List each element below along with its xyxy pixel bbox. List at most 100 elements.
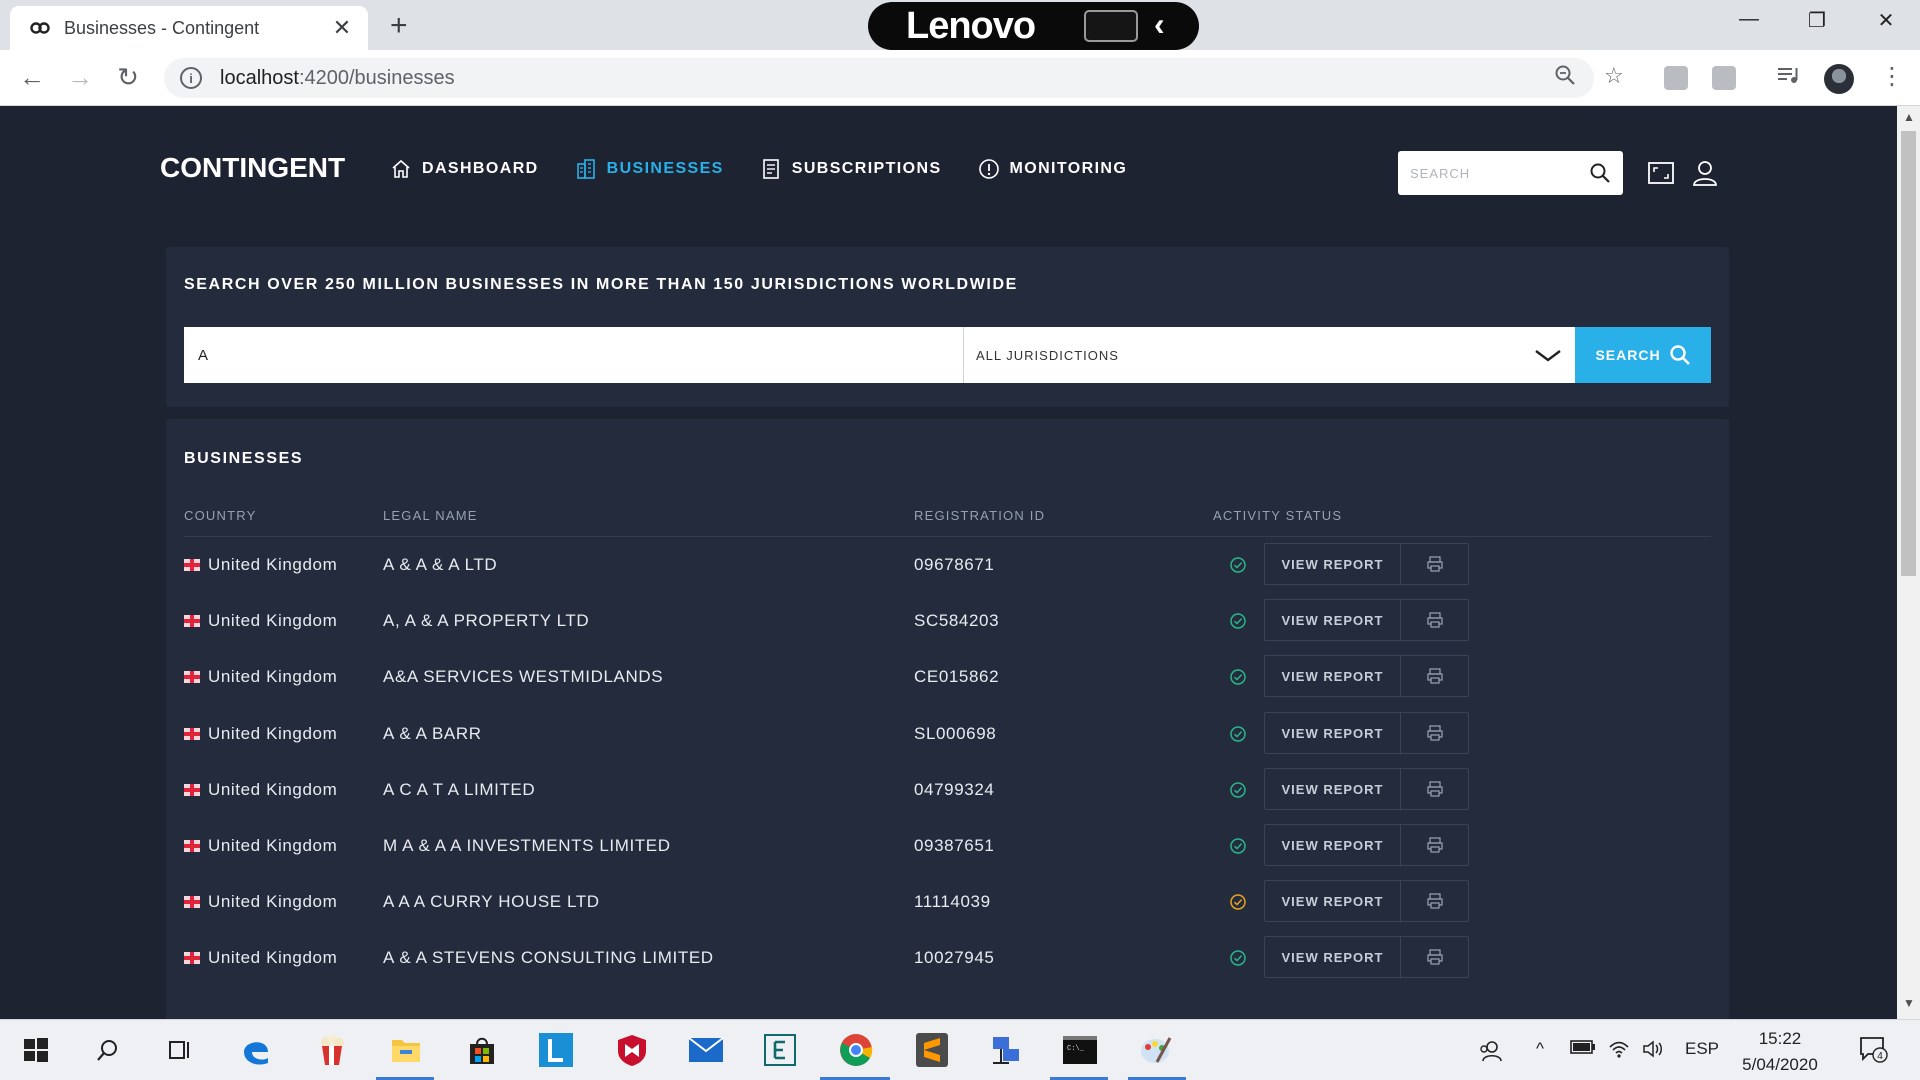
extension-icon[interactable] bbox=[1712, 66, 1736, 90]
print-button[interactable] bbox=[1401, 600, 1468, 640]
notifications-icon[interactable]: 4 bbox=[1858, 1034, 1888, 1069]
view-report-button[interactable]: VIEW REPORT bbox=[1265, 825, 1401, 865]
popcorn-app-icon[interactable] bbox=[314, 1032, 350, 1068]
tab-close-icon[interactable]: ✕ bbox=[330, 15, 354, 41]
search-icon[interactable] bbox=[90, 1032, 126, 1068]
activity-status-icon bbox=[1230, 557, 1246, 573]
sublime-text-icon[interactable] bbox=[914, 1032, 950, 1068]
search-icon[interactable] bbox=[1589, 162, 1611, 184]
battery-icon[interactable] bbox=[1570, 1039, 1596, 1060]
print-button[interactable] bbox=[1401, 544, 1468, 584]
zoom-icon[interactable] bbox=[1554, 64, 1576, 92]
print-button[interactable] bbox=[1401, 937, 1468, 977]
print-icon bbox=[1426, 612, 1443, 628]
print-button[interactable] bbox=[1401, 825, 1468, 865]
restore-icon[interactable]: ❐ bbox=[1802, 8, 1832, 33]
print-button[interactable] bbox=[1401, 713, 1468, 753]
url-host: localhost bbox=[220, 66, 299, 89]
terminal-icon[interactable]: C:\_ bbox=[1062, 1032, 1098, 1068]
mail-icon[interactable] bbox=[688, 1032, 724, 1068]
row-actions: VIEW REPORT bbox=[1264, 712, 1469, 754]
legal-name-cell: A & A STEVENS CONSULTING LIMITED bbox=[383, 948, 714, 967]
address-bar[interactable]: i localhost:4200/businesses bbox=[164, 58, 1594, 98]
paint-icon[interactable] bbox=[1138, 1032, 1174, 1068]
activity-status-icon bbox=[1230, 613, 1246, 629]
mcafee-icon[interactable] bbox=[614, 1032, 650, 1068]
contingent-logo[interactable]: CONTINGENT bbox=[160, 152, 345, 184]
url-text[interactable]: localhost:4200/businesses bbox=[220, 67, 455, 90]
header-search-input[interactable] bbox=[1410, 165, 1589, 181]
fullscreen-icon[interactable] bbox=[1646, 158, 1676, 188]
table-row: United Kingdom A, A & A PROPERTY LTD SC584… bbox=[184, 599, 1711, 643]
show-hidden-icons-icon[interactable]: ^ bbox=[1536, 1039, 1544, 1059]
view-report-button[interactable]: VIEW REPORT bbox=[1265, 881, 1401, 921]
windows-start-icon[interactable] bbox=[18, 1032, 54, 1068]
lenovo-vantage-icon[interactable] bbox=[538, 1032, 574, 1068]
system-clock[interactable]: 15:22 5/04/2020 bbox=[1730, 1026, 1830, 1078]
jurisdiction-select[interactable]: ALL JURISDICTIONS bbox=[964, 327, 1575, 383]
info-icon[interactable]: i bbox=[180, 67, 202, 89]
reload-icon[interactable]: ↻ bbox=[112, 62, 144, 93]
print-button[interactable] bbox=[1401, 769, 1468, 809]
task-view-icon[interactable] bbox=[162, 1032, 198, 1068]
nav-subscriptions[interactable]: SUBSCRIPTIONS bbox=[760, 158, 942, 180]
file-explorer-icon[interactable] bbox=[388, 1032, 424, 1068]
header-search[interactable] bbox=[1398, 151, 1623, 195]
browser-tab[interactable]: Businesses - Contingent ✕ bbox=[10, 6, 368, 50]
bookmark-star-icon[interactable]: ☆ bbox=[1604, 63, 1624, 89]
activity-status-icon bbox=[1230, 669, 1246, 685]
wifi-icon[interactable] bbox=[1608, 1039, 1630, 1064]
view-report-button[interactable]: VIEW REPORT bbox=[1265, 656, 1401, 696]
country-name: United Kingdom bbox=[208, 780, 338, 799]
uk-flag-icon bbox=[184, 840, 200, 852]
forward-arrow-icon[interactable]: → bbox=[64, 62, 96, 93]
scroll-down-icon[interactable]: ▼ bbox=[1903, 996, 1915, 1010]
print-button[interactable] bbox=[1401, 656, 1468, 696]
view-report-button[interactable]: VIEW REPORT bbox=[1265, 937, 1401, 977]
profile-avatar[interactable] bbox=[1824, 64, 1854, 94]
input-language-indicator[interactable]: ESP bbox=[1685, 1039, 1719, 1059]
scrollbar-thumb[interactable] bbox=[1901, 131, 1916, 576]
contingent-favicon-icon bbox=[30, 18, 50, 38]
country-name: United Kingdom bbox=[208, 555, 338, 574]
nav-dashboard[interactable]: DASHBOARD bbox=[390, 158, 539, 180]
app-e-icon[interactable] bbox=[762, 1032, 798, 1068]
nav-monitoring[interactable]: MONITORING bbox=[978, 158, 1128, 180]
back-arrow-icon[interactable]: ← bbox=[16, 62, 48, 93]
view-report-button[interactable]: VIEW REPORT bbox=[1265, 544, 1401, 584]
volume-icon[interactable] bbox=[1642, 1039, 1664, 1064]
table-row: United Kingdom M A & A A INVESTMENTS LIMI… bbox=[184, 824, 1711, 868]
country-cell: United Kingdom bbox=[184, 836, 337, 856]
view-report-button[interactable]: VIEW REPORT bbox=[1265, 769, 1401, 809]
lenovo-brand: Lenovo bbox=[906, 4, 1036, 47]
legal-name-cell: M A & A A INVESTMENTS LIMITED bbox=[383, 836, 671, 855]
search-button[interactable]: SEARCH bbox=[1575, 327, 1711, 383]
scroll-up-icon[interactable]: ▲ bbox=[1903, 110, 1915, 124]
page-scrollbar[interactable]: ▲ ▼ bbox=[1897, 106, 1920, 1019]
print-button[interactable] bbox=[1401, 881, 1468, 921]
chevron-left-icon[interactable]: ‹ bbox=[1154, 6, 1165, 43]
network-app-icon[interactable] bbox=[988, 1032, 1024, 1068]
browser-toolbar: ← → ↻ i localhost:4200/businesses ☆ ⋮ bbox=[0, 50, 1920, 106]
registration-id-cell: CE015862 bbox=[914, 667, 1000, 686]
minimize-icon[interactable]: — bbox=[1734, 8, 1764, 31]
activity-status-icon bbox=[1230, 894, 1246, 910]
people-icon[interactable] bbox=[1478, 1039, 1502, 1068]
extension-icon[interactable] bbox=[1664, 66, 1688, 90]
tab-title: Businesses - Contingent bbox=[64, 17, 260, 38]
chrome-icon[interactable] bbox=[838, 1032, 874, 1068]
user-icon[interactable] bbox=[1690, 158, 1720, 188]
edge-browser-icon[interactable] bbox=[238, 1032, 274, 1068]
window-close-icon[interactable]: ✕ bbox=[1871, 8, 1901, 33]
view-report-button[interactable]: VIEW REPORT bbox=[1265, 713, 1401, 753]
search-form: ALL JURISDICTIONS SEARCH bbox=[184, 327, 1711, 383]
view-report-button[interactable]: VIEW REPORT bbox=[1265, 600, 1401, 640]
registration-id-cell: SL000698 bbox=[914, 724, 997, 743]
browser-menu-icon[interactable]: ⋮ bbox=[1880, 62, 1904, 91]
country-cell: United Kingdom bbox=[184, 780, 337, 800]
business-query-input[interactable] bbox=[184, 327, 964, 383]
new-tab-button[interactable]: + bbox=[390, 9, 408, 43]
media-playlist-icon[interactable] bbox=[1776, 64, 1800, 92]
nav-businesses[interactable]: BUSINESSES bbox=[575, 158, 724, 180]
store-icon[interactable] bbox=[464, 1032, 500, 1068]
